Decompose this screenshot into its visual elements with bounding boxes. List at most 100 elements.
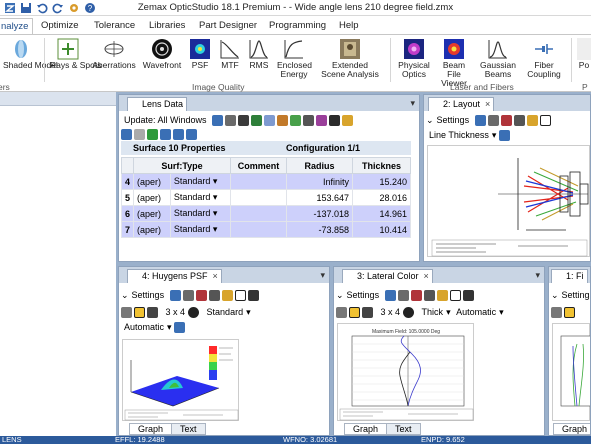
gaussian-beams-button[interactable]: Gaussian Beams (478, 38, 518, 79)
thickness-cell[interactable]: 28.016 (352, 189, 411, 206)
save-icon[interactable] (500, 115, 512, 127)
chevron-down-icon[interactable]: ▾ (499, 307, 504, 317)
sync-icon[interactable] (147, 129, 158, 141)
copy-icon[interactable] (487, 115, 499, 127)
lateral-tab[interactable]: 3: Lateral Color × (342, 269, 433, 283)
layers-icon[interactable] (147, 307, 158, 319)
chevron-down-icon[interactable]: ⌄ (426, 115, 434, 125)
fit-icon[interactable] (564, 307, 575, 319)
close-icon[interactable]: × (485, 99, 490, 109)
comment-cell[interactable] (230, 205, 287, 222)
pencil-icon[interactable] (436, 290, 448, 302)
lens-icon[interactable] (316, 115, 328, 127)
tab-optimize[interactable]: Optimize (37, 18, 82, 34)
extended-scene-analysis-button[interactable]: Extended Scene Analysis (318, 38, 382, 79)
mtf-button[interactable]: MTF (217, 38, 243, 70)
globe-icon[interactable] (251, 115, 263, 127)
chevron-down-icon[interactable]: ⌄ (336, 290, 344, 300)
slider-icon[interactable] (277, 115, 289, 127)
text-tab[interactable]: Text (386, 423, 421, 435)
wavefront-button[interactable]: Wavefront (140, 38, 184, 70)
chevron-down-icon[interactable]: ▾ (446, 307, 451, 317)
thickness-cell[interactable]: 15.240 (352, 173, 411, 190)
wand-icon[interactable] (290, 115, 302, 127)
refresh-icon[interactable] (169, 290, 181, 302)
help-icon[interactable] (174, 322, 186, 334)
page-icon[interactable] (134, 129, 145, 141)
display-mode-dropdown[interactable]: Standard (207, 307, 244, 317)
surface-type-dropdown[interactable]: Standard ▾ (169, 205, 232, 222)
print-icon[interactable] (513, 115, 525, 127)
beam-file-viewer-button[interactable]: Beam File Viewer (434, 38, 474, 88)
huygens-tab[interactable]: 4: Huygens PSF × (127, 269, 222, 283)
print-icon[interactable] (423, 290, 435, 302)
graph-tab[interactable]: Graph (344, 423, 388, 435)
update-dropdown[interactable]: Update: All Windows (124, 115, 207, 125)
chevron-down-icon[interactable]: ▾ (167, 322, 172, 332)
lock-icon[interactable] (336, 307, 347, 319)
scale-dropdown[interactable]: Automatic (124, 322, 164, 332)
refresh-icon[interactable] (212, 115, 224, 127)
refresh-icon[interactable] (384, 290, 396, 302)
copy-icon[interactable] (182, 290, 194, 302)
surface-type-dropdown[interactable]: Standard ▾ (169, 189, 232, 206)
save-icon[interactable] (195, 290, 207, 302)
tab-part-designer[interactable]: Part Designer (195, 18, 261, 34)
settings-button[interactable]: Settings (132, 290, 165, 300)
fit-icon[interactable] (349, 307, 360, 319)
radius-cell[interactable]: -73.858 (286, 221, 353, 238)
save-icon[interactable] (410, 290, 422, 302)
graph-tab[interactable]: Graph (553, 423, 590, 435)
window-menu-icon[interactable]: ▾ (535, 270, 540, 281)
fit-icon[interactable] (134, 307, 145, 319)
fourth-tab[interactable]: 1: Fi (551, 269, 588, 283)
thickness-cell[interactable]: 14.961 (352, 205, 411, 222)
timer-icon[interactable] (188, 307, 200, 319)
tab-tolerance[interactable]: Tolerance (90, 18, 139, 34)
window-menu-icon[interactable]: ▾ (410, 98, 415, 109)
graph-tab[interactable]: Graph (129, 423, 173, 435)
surface-properties-label[interactable]: Surface 10 Properties (133, 143, 226, 153)
rectangle-icon[interactable] (539, 115, 551, 127)
refresh-icon[interactable] (474, 115, 486, 127)
chart-icon[interactable] (264, 115, 276, 127)
tab-programming[interactable]: Programming (265, 18, 330, 34)
radius-cell[interactable]: Infinity (286, 173, 353, 190)
psf-button[interactable]: PSF (187, 38, 213, 70)
grid-dropdown[interactable]: 3 x 4 (381, 307, 401, 317)
lens-data-tab[interactable]: Lens Data (127, 97, 188, 111)
chevron-down-icon[interactable]: ▾ (246, 307, 251, 317)
lock-icon[interactable] (551, 307, 562, 319)
arrow-icon[interactable] (303, 115, 315, 127)
scale-dropdown[interactable]: Automatic (456, 307, 496, 317)
enclosed-energy-button[interactable]: Enclosed Energy (274, 38, 314, 79)
line-icon[interactable] (462, 290, 474, 302)
thickness-cell[interactable]: 10.414 (352, 221, 411, 238)
comment-cell[interactable] (230, 189, 287, 206)
chevron-down-icon[interactable]: ▾ (492, 130, 497, 140)
fiber-coupling-button[interactable]: Fiber Coupling (522, 38, 566, 79)
help-icon[interactable] (498, 130, 510, 142)
close-icon[interactable]: × (213, 271, 218, 281)
chevron-down-icon[interactable]: ⌄ (121, 290, 129, 300)
arrow-left-icon[interactable] (160, 129, 171, 141)
chevron-down-icon[interactable]: ⌄ (551, 290, 559, 300)
radius-cell[interactable]: 153.647 (286, 189, 353, 206)
thickness-dropdown[interactable]: Thick (422, 307, 444, 317)
comment-cell[interactable] (230, 221, 287, 238)
rectangle-icon[interactable] (449, 290, 461, 302)
po-button[interactable]: Po (577, 38, 591, 70)
refresh-small-icon[interactable] (121, 129, 132, 141)
text-tab[interactable]: Text (171, 423, 206, 435)
rays-spots-button[interactable]: Rays & Spots (50, 38, 102, 70)
tab-libraries[interactable]: Libraries (145, 18, 189, 34)
comment-cell[interactable] (230, 173, 287, 190)
pencil-icon[interactable] (342, 115, 354, 127)
tab-help[interactable]: Help (335, 18, 363, 34)
pencil-icon[interactable] (221, 290, 233, 302)
line-icon[interactable] (247, 290, 259, 302)
copy-icon[interactable] (397, 290, 409, 302)
aberrations-button[interactable]: Aberrations (90, 38, 138, 70)
table-row[interactable]: 6 (aper) Standard ▾ -137.018 14.961 (120, 205, 411, 222)
shaded-model-button[interactable]: Shaded Model (3, 38, 58, 70)
